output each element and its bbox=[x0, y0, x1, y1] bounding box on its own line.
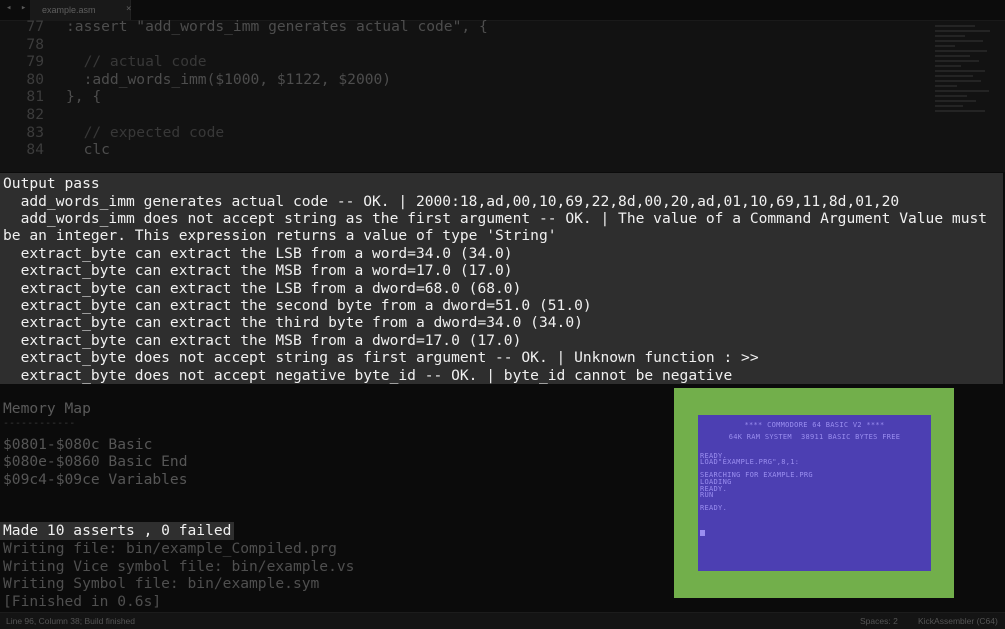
close-icon[interactable]: × bbox=[126, 4, 131, 14]
c64-line: READY. bbox=[700, 504, 728, 513]
code-line: 78 bbox=[0, 36, 930, 54]
output-line: add_words_imm generates actual code -- O… bbox=[3, 192, 900, 210]
status-syntax[interactable]: KickAssembler (C64) bbox=[918, 616, 998, 626]
code-text: :assert "add_words_imm generates actual … bbox=[66, 18, 488, 35]
c64-emulator-window[interactable]: **** COMMODORE 64 BASIC V2 **** 64K RAM … bbox=[674, 388, 954, 598]
line-number: 84 bbox=[26, 141, 44, 159]
code-editor[interactable]: ◂ ▸ example.asm × 77 :assert "add_words_i… bbox=[0, 0, 1005, 172]
code-line: 84 clc bbox=[0, 141, 930, 159]
assert-summary: Made 10 asserts , 0 failed bbox=[0, 522, 235, 540]
output-line: extract_byte can extract the third byte … bbox=[3, 314, 583, 332]
code-text: // expected code bbox=[66, 123, 225, 141]
code-line: 80 :add_words_imm($1000, $1122, $2000) bbox=[0, 71, 930, 89]
build-log: Writing file: bin/example_Compiled.prg Wr… bbox=[3, 540, 354, 610]
output-line: extract_byte can extract the MSB from a … bbox=[3, 262, 513, 280]
memory-map-rule: ------------ bbox=[3, 417, 76, 429]
c64-screen[interactable]: **** COMMODORE 64 BASIC V2 **** 64K RAM … bbox=[698, 415, 931, 571]
output-line: extract_byte can extract the MSB from a … bbox=[3, 331, 522, 349]
c64-output-lines: READY. LOAD"EXAMPLE.PRG",8,1: SEARCHING FO… bbox=[700, 446, 813, 512]
memory-map: Memory Map ------------ $0801-$080c Basi… bbox=[3, 400, 188, 488]
output-line: add_words_imm does not accept string as … bbox=[3, 209, 988, 227]
memory-map-items: $0801-$080c Basic $080e-$0860 Basic End $0… bbox=[3, 436, 188, 489]
c64-banner: **** COMMODORE 64 BASIC V2 **** bbox=[744, 421, 885, 429]
output-line: extract_byte does not accept string as f… bbox=[3, 349, 759, 367]
output-line: extract_byte can extract the LSB from a … bbox=[3, 244, 513, 262]
build-log-line: Writing Symbol file: bin/example.sym bbox=[3, 575, 320, 592]
code-text: }, { bbox=[66, 88, 102, 106]
build-log-line: [Finished in 0.6s] bbox=[3, 592, 162, 610]
code-line: 79 // actual code bbox=[0, 53, 930, 71]
tab-example-asm[interactable]: example.asm bbox=[30, 0, 131, 20]
output-line: be an integer. This expression returns a… bbox=[3, 227, 557, 245]
line-number: 80 bbox=[26, 70, 44, 88]
output-header: Output pass bbox=[3, 175, 100, 192]
code-line: 82 bbox=[0, 106, 930, 124]
c64-line: RUN bbox=[700, 491, 714, 500]
minimap[interactable] bbox=[935, 22, 995, 162]
output-line: extract_byte can extract the LSB from a … bbox=[3, 279, 522, 297]
tab-label: example.asm bbox=[42, 5, 96, 15]
code-text: // actual code bbox=[66, 53, 207, 71]
memory-map-item: $09c4-$09ce Variables bbox=[3, 470, 188, 488]
code-line: 83 // expected code bbox=[0, 124, 930, 142]
status-position: Line 96, Column 38; Build finished bbox=[6, 616, 135, 626]
output-line: extract_byte can extract the second byte… bbox=[3, 296, 592, 314]
memory-map-item: $0801-$080c Basic bbox=[3, 435, 153, 453]
code-line: 81 }, { bbox=[0, 88, 930, 106]
output-line: extract_byte does not accept negative by… bbox=[3, 366, 733, 384]
output-panel: Output pass add_words_imm generates actu… bbox=[0, 173, 1003, 384]
c64-cursor bbox=[700, 530, 705, 536]
line-number: 79 bbox=[26, 53, 44, 71]
output-lines: add_words_imm generates actual code -- O… bbox=[3, 193, 1003, 384]
c64-sysinfo: 64K RAM SYSTEM 38911 BASIC BYTES FREE bbox=[728, 433, 901, 441]
tab-nav-arrows-icon[interactable]: ◂ ▸ bbox=[6, 3, 28, 13]
code-text: :add_words_imm($1000, $1122, $2000) bbox=[66, 70, 392, 88]
c64-line: READY. bbox=[700, 484, 728, 493]
code-line: 77 :assert "add_words_imm generates actua… bbox=[0, 18, 930, 36]
code-lines: 77 :assert "add_words_imm generates actua… bbox=[0, 18, 930, 159]
line-number: 81 bbox=[26, 88, 44, 106]
memory-map-title: Memory Map bbox=[3, 400, 91, 417]
status-bar: Line 96, Column 38; Build finished Space… bbox=[0, 612, 1005, 629]
build-log-line: Writing Vice symbol file: bin/example.vs bbox=[3, 557, 355, 575]
status-spaces[interactable]: Spaces: 2 bbox=[860, 616, 898, 626]
build-log-line: Writing file: bin/example_Compiled.prg bbox=[3, 540, 337, 557]
c64-line: LOAD"EXAMPLE.PRG",8,1: bbox=[700, 458, 800, 467]
memory-map-item: $080e-$0860 Basic End bbox=[3, 453, 188, 470]
line-number: 83 bbox=[26, 123, 44, 141]
line-number: 82 bbox=[26, 105, 44, 123]
line-number: 77 bbox=[26, 18, 44, 35]
line-number: 78 bbox=[26, 35, 44, 53]
code-text: clc bbox=[66, 141, 110, 159]
